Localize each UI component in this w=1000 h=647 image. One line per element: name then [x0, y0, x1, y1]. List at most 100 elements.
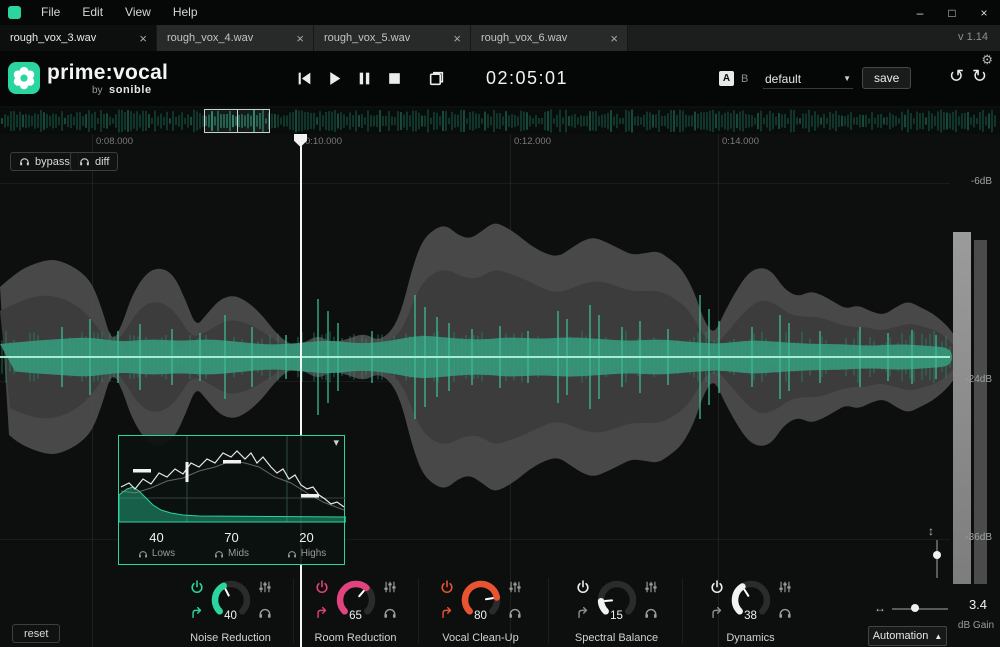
headphones-icon[interactable]: [287, 549, 297, 559]
maximize-button[interactable]: □: [936, 0, 968, 25]
menu-edit[interactable]: Edit: [71, 0, 114, 25]
menu-help[interactable]: Help: [162, 0, 209, 25]
knob[interactable]: 40: [208, 577, 254, 623]
pause-button[interactable]: [356, 70, 373, 87]
app-icon: [8, 6, 21, 19]
vertical-zoom-track: [936, 540, 938, 578]
settings-sliders-icon[interactable]: [383, 580, 397, 594]
db-scale-label: -24dB: [948, 374, 992, 385]
sidechain-arrow-icon[interactable]: [710, 606, 724, 620]
skip-to-start-button[interactable]: [296, 70, 313, 87]
sonible-logo-icon: [8, 62, 40, 94]
diff-button[interactable]: diff: [70, 152, 118, 171]
settings-sliders-icon[interactable]: [644, 580, 658, 594]
knob[interactable]: 38: [728, 577, 774, 623]
eq-panel-collapse-icon[interactable]: ▾: [333, 436, 339, 449]
power-icon[interactable]: [190, 580, 204, 594]
headphones-icon: [19, 156, 30, 167]
headphones-icon[interactable]: [778, 606, 792, 620]
brand-company: sonible: [109, 84, 152, 96]
minimize-button[interactable]: –: [904, 0, 936, 25]
module-name: Dynamics: [688, 632, 813, 644]
power-icon[interactable]: [440, 580, 454, 594]
stop-button[interactable]: [386, 70, 403, 87]
power-icon[interactable]: [710, 580, 724, 594]
knob[interactable]: 65: [333, 577, 379, 623]
tab-close-icon[interactable]: ×: [444, 31, 470, 46]
tab-close-icon[interactable]: ×: [601, 31, 627, 46]
ab-state-b-button[interactable]: B: [741, 73, 748, 85]
paste-settings-icon[interactable]: [428, 70, 445, 87]
vertical-arrows-icon: ↕: [928, 524, 934, 538]
undo-icon[interactable]: ↺: [949, 66, 964, 87]
overview-selection[interactable]: [204, 109, 270, 133]
tab-rough-vox-3[interactable]: rough_vox_3.wav ×: [0, 25, 157, 51]
redo-icon[interactable]: ↻: [972, 66, 987, 87]
chevron-up-icon: ▲: [934, 632, 942, 641]
tab-rough-vox-5[interactable]: rough_vox_5.wav ×: [314, 25, 471, 51]
vertical-zoom-handle[interactable]: [933, 551, 941, 559]
settings-sliders-icon[interactable]: [258, 580, 272, 594]
module-room-reduction: 65 Room Reduction: [293, 575, 418, 647]
horizontal-zoom-handle[interactable]: [911, 604, 919, 612]
gain-label: dB Gain: [952, 620, 1000, 631]
knob[interactable]: 15: [594, 577, 640, 623]
headphones-icon[interactable]: [258, 606, 272, 620]
main-waveform-display[interactable]: [0, 134, 1000, 647]
sidechain-arrow-icon[interactable]: [315, 606, 329, 620]
headphones-icon[interactable]: [214, 549, 224, 559]
eq-band-label: Lows: [152, 548, 175, 559]
close-button[interactable]: ×: [968, 0, 1000, 25]
headphones-icon[interactable]: [383, 606, 397, 620]
eq-band-value: 20: [299, 530, 313, 545]
gain-value: 3.4: [958, 597, 998, 612]
bypass-button[interactable]: bypass: [10, 152, 79, 171]
sidechain-arrow-icon[interactable]: [440, 606, 454, 620]
eq-mids-handle[interactable]: [223, 460, 241, 464]
tab-rough-vox-6[interactable]: rough_vox_6.wav ×: [471, 25, 628, 51]
eq-lows-handle[interactable]: [133, 469, 151, 473]
headphones-icon[interactable]: [644, 606, 658, 620]
tab-close-icon[interactable]: ×: [287, 31, 313, 46]
menu-view[interactable]: View: [114, 0, 162, 25]
module-divider: [682, 578, 683, 644]
tab-close-icon[interactable]: ×: [130, 31, 156, 46]
ruler-label: 0:10.000: [305, 136, 342, 147]
knob[interactable]: 80: [458, 577, 504, 623]
headphones-icon: [79, 156, 90, 167]
gear-icon[interactable]: ⚙: [981, 52, 993, 68]
module-name: Room Reduction: [293, 632, 418, 644]
sidechain-arrow-icon[interactable]: [190, 606, 204, 620]
window-controls: – □ ×: [904, 0, 1000, 25]
ab-state-a-button[interactable]: A: [719, 71, 734, 86]
module-name: Spectral Balance: [554, 632, 679, 644]
db-scale-label: -36dB: [948, 532, 992, 543]
brand-byline: by: [92, 85, 103, 96]
power-icon[interactable]: [315, 580, 329, 594]
eq-crossover-handle[interactable]: [186, 462, 189, 482]
horizontal-zoom-track: [892, 608, 948, 610]
tab-label: rough_vox_4.wav: [157, 32, 287, 44]
settings-sliders-icon[interactable]: [778, 580, 792, 594]
settings-sliders-icon[interactable]: [508, 580, 522, 594]
eq-band-value: 70: [224, 530, 238, 545]
eq-band-highs[interactable]: 20 Highs: [269, 530, 344, 559]
automation-button[interactable]: Automation ▲: [868, 626, 947, 646]
ruler-label: 0:08.000: [96, 136, 133, 147]
headphones-icon[interactable]: [508, 606, 522, 620]
eq-band-mids[interactable]: 70 Mids: [194, 530, 269, 559]
preset-dropdown[interactable]: default ▼: [763, 69, 853, 89]
tab-rough-vox-4[interactable]: rough_vox_4.wav ×: [157, 25, 314, 51]
eq-band-lows[interactable]: 40 Lows: [119, 530, 194, 559]
app-window: File Edit View Help – □ × rough_vox_3.wa…: [0, 0, 1000, 647]
eq-panel: ▾ 40 Lows 70: [118, 435, 345, 565]
tab-label: rough_vox_5.wav: [314, 32, 444, 44]
sidechain-arrow-icon[interactable]: [576, 606, 590, 620]
eq-highs-handle[interactable]: [301, 494, 319, 498]
headphones-icon[interactable]: [138, 549, 148, 559]
play-button[interactable]: [326, 70, 343, 87]
save-button[interactable]: save: [862, 67, 911, 89]
menu-file[interactable]: File: [30, 0, 71, 25]
eq-spectrum-display[interactable]: [119, 436, 346, 524]
power-icon[interactable]: [576, 580, 590, 594]
